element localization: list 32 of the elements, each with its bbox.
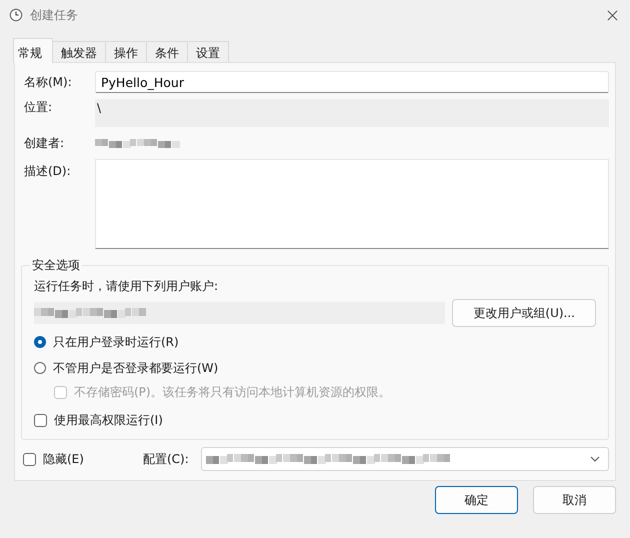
group-title: 安全选项 (31, 257, 81, 274)
description-field[interactable] (95, 159, 609, 249)
option-label: 隐藏(E) (43, 450, 84, 468)
field-label: 创建者: (23, 134, 66, 152)
chevron-down-icon (590, 456, 600, 462)
location-field: \ (95, 99, 609, 127)
option-label: 只在用户登录时运行(R) (53, 334, 179, 350)
tab[interactable]: 常规 (13, 38, 53, 63)
field-label: 名称(M): (23, 74, 73, 90)
option-label: 不存储密码(P)。该任务将只有访问本地计算机资源的权限。 (74, 384, 391, 400)
option-label: 不管用户是否登录都要运行(W) (53, 360, 218, 376)
field-label: 描述(D): (23, 163, 72, 180)
field-label: 配置(C): (143, 450, 190, 468)
tab[interactable]: 条件 (146, 41, 188, 62)
checkbox[interactable] (23, 452, 36, 466)
tab[interactable]: 设置 (187, 41, 229, 62)
radio-button[interactable] (34, 362, 46, 374)
tab[interactable]: 操作 (105, 41, 147, 62)
config-dropdown[interactable] (201, 447, 609, 471)
field-label: 位置: (23, 99, 54, 116)
radio-button[interactable] (34, 336, 46, 348)
option-label: 使用最高权限运行(I) (54, 412, 163, 428)
prompt-text: 运行任务时，请使用下列用户账户: (34, 278, 220, 295)
clock-icon (9, 8, 23, 22)
tab[interactable]: 触发器 (52, 41, 106, 62)
checkbox[interactable] (34, 414, 47, 426)
close-icon[interactable] (607, 10, 618, 20)
dialog-button[interactable]: 取消 (533, 486, 616, 514)
change-user-button[interactable]: 更改用户或组(U)... (452, 299, 596, 327)
name-field[interactable]: PyHello_Hour (95, 71, 609, 93)
dialog-button[interactable]: 确定 (435, 486, 518, 514)
window-title: 创建任务 (30, 6, 78, 24)
